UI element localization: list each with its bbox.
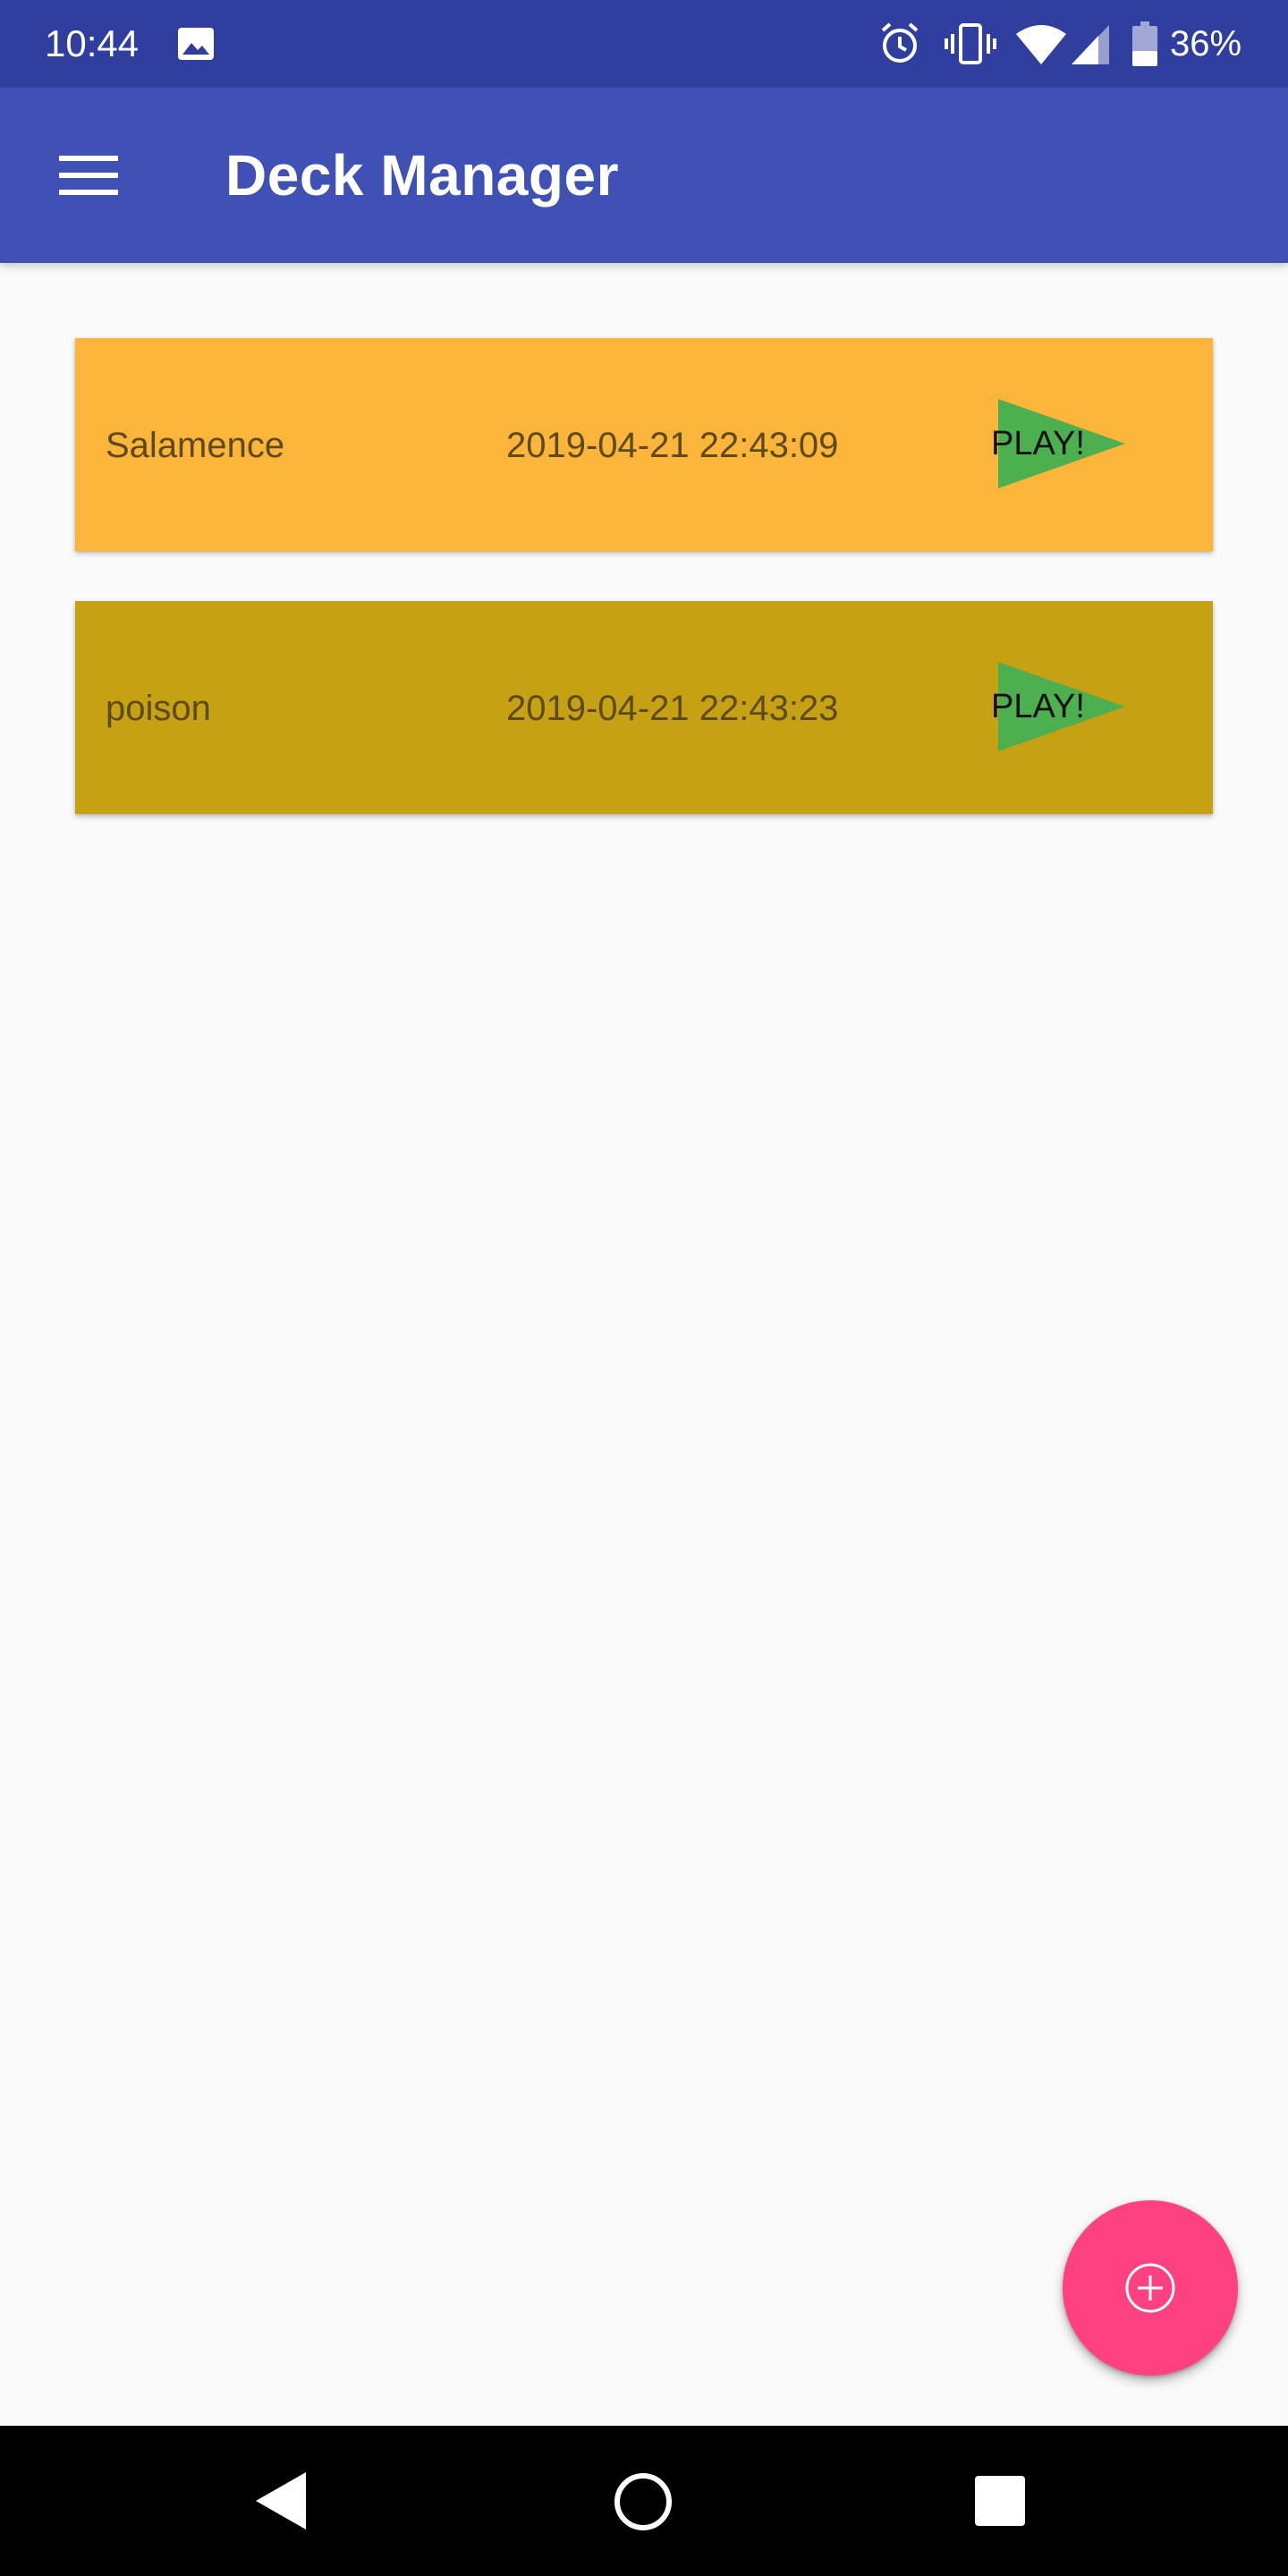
wifi-icon bbox=[1016, 25, 1066, 64]
play-label: PLAY! bbox=[991, 425, 1085, 462]
menu-icon bbox=[59, 156, 118, 161]
play-button[interactable]: PLAY! bbox=[991, 399, 1125, 488]
deck-date: 2019-04-21 22:43:09 bbox=[506, 426, 839, 465]
page-title: Deck Manager bbox=[225, 143, 619, 208]
back-icon[interactable] bbox=[256, 2472, 309, 2529]
deck-card[interactable]: Salamence 2019-04-21 22:43:09 PLAY! bbox=[75, 338, 1213, 551]
deck-name: Salamence bbox=[106, 426, 285, 465]
home-icon[interactable] bbox=[614, 2472, 673, 2531]
deck-card[interactable]: poison 2019-04-21 22:43:23 PLAY! bbox=[75, 601, 1213, 814]
alarm-icon bbox=[881, 22, 919, 63]
deck-list: Salamence 2019-04-21 22:43:09 PLAY! pois… bbox=[75, 338, 1213, 864]
battery-icon bbox=[1132, 21, 1157, 66]
photo-icon bbox=[178, 28, 214, 60]
battery-percent: 36% bbox=[1170, 24, 1242, 64]
app-bar: Deck Manager bbox=[0, 88, 1288, 263]
menu-button[interactable] bbox=[39, 136, 138, 215]
status-bar: 10:44 36% bbox=[0, 0, 1288, 88]
signal-icon bbox=[1072, 25, 1109, 64]
deck-name: poison bbox=[106, 689, 211, 728]
recents-icon[interactable] bbox=[975, 2476, 1025, 2526]
status-time: 10:44 bbox=[45, 22, 140, 64]
add-deck-button[interactable] bbox=[1063, 2200, 1238, 2376]
play-button[interactable]: PLAY! bbox=[991, 662, 1125, 751]
add-circle-icon bbox=[1125, 2263, 1175, 2313]
vibrate-icon bbox=[945, 23, 996, 64]
play-label: PLAY! bbox=[991, 688, 1085, 725]
deck-date: 2019-04-21 22:43:23 bbox=[506, 689, 839, 728]
navigation-bar bbox=[0, 2426, 1288, 2576]
